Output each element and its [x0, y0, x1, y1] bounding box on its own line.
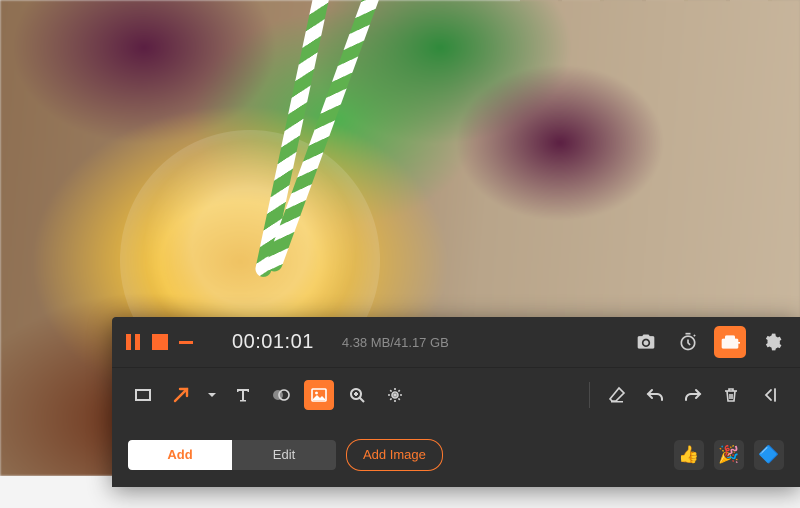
eraser-tool[interactable] [602, 380, 632, 410]
image-tool[interactable] [304, 380, 334, 410]
recorder-panel: 00:01:01 4.38 MB/41.17 GB [112, 317, 800, 487]
sticker-thumbs-up[interactable]: 👍 [674, 440, 704, 470]
text-tool[interactable] [228, 380, 258, 410]
settings-button[interactable] [756, 326, 788, 358]
recorder-bottom-bar: Add Edit Add Image 👍 🎉 🔷 [112, 422, 800, 487]
collapse-panel-button[interactable] [754, 380, 784, 410]
spotlight-tool[interactable] [380, 380, 410, 410]
sticker-confetti[interactable]: 🎉 [714, 440, 744, 470]
sticker-diamond[interactable]: 🔷 [754, 440, 784, 470]
counter-tool[interactable] [266, 380, 296, 410]
add-image-button[interactable]: Add Image [346, 439, 443, 471]
mode-segment: Add Edit [128, 440, 336, 470]
minimize-button[interactable] [178, 334, 194, 350]
annotation-toolbar [112, 368, 800, 422]
delete-button[interactable] [716, 380, 746, 410]
storage-readout: 4.38 MB/41.17 GB [342, 335, 449, 350]
zoom-tool[interactable] [342, 380, 372, 410]
screenshot-button[interactable] [630, 326, 662, 358]
add-mode-button[interactable]: Add [128, 440, 232, 470]
edit-mode-button[interactable]: Edit [232, 440, 336, 470]
recorder-top-bar: 00:01:01 4.38 MB/41.17 GB [112, 317, 800, 368]
tool-dropdown[interactable] [204, 380, 220, 410]
elapsed-timer: 00:01:01 [232, 331, 314, 354]
toolbox-button[interactable] [714, 326, 746, 358]
toolbar-separator [589, 382, 590, 408]
schedule-button[interactable] [672, 326, 704, 358]
screenshot-canvas: 00:01:01 4.38 MB/41.17 GB [0, 0, 800, 508]
arrow-tool[interactable] [166, 380, 196, 410]
undo-button[interactable] [640, 380, 670, 410]
rectangle-tool[interactable] [128, 380, 158, 410]
stop-button[interactable] [152, 334, 168, 350]
pause-button[interactable] [124, 333, 142, 351]
redo-button[interactable] [678, 380, 708, 410]
